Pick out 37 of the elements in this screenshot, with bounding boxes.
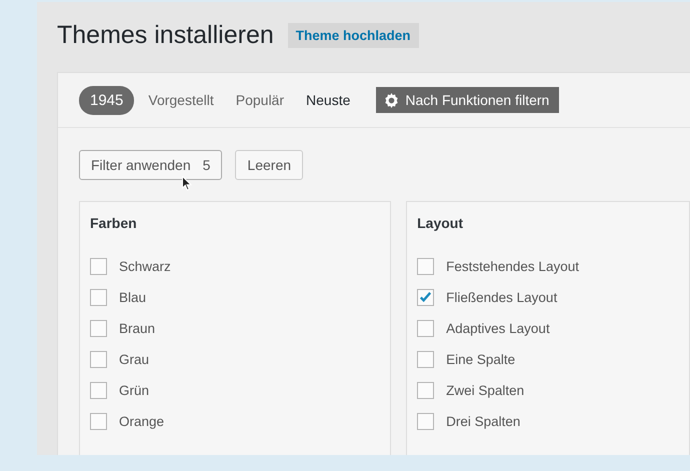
checkbox[interactable] — [417, 351, 434, 368]
checkbox[interactable] — [90, 320, 107, 337]
upload-theme-button[interactable]: Theme hochladen — [288, 22, 419, 48]
checkbox[interactable] — [90, 413, 107, 430]
checkbox[interactable] — [90, 258, 107, 275]
checkbox[interactable] — [417, 320, 434, 337]
theme-count-badge: 1945 — [79, 86, 134, 114]
apply-filter-button[interactable]: Filter anwenden 5 — [79, 150, 222, 180]
group-title: Layout — [417, 215, 464, 231]
mouse-pointer-icon — [182, 176, 192, 191]
option-label: Orange — [119, 414, 164, 429]
checkbox[interactable] — [417, 258, 434, 275]
checkbox[interactable] — [417, 382, 434, 399]
checkbox[interactable] — [90, 351, 107, 368]
group-title: Farben — [90, 215, 138, 231]
option-label: Feststehendes Layout — [446, 259, 579, 274]
option-label: Zwei Spalten — [446, 383, 524, 398]
checkbox[interactable] — [417, 289, 434, 306]
feature-filter-button[interactable]: Nach Funktionen filtern — [376, 87, 560, 113]
option-label: Drei Spalten — [446, 414, 520, 429]
filter-tab[interactable]: Vorgestellt — [148, 92, 214, 108]
filter-tab[interactable]: Populär — [236, 92, 284, 108]
option-label: Blau — [119, 290, 146, 305]
gear-icon — [384, 92, 400, 108]
checkbox[interactable] — [417, 413, 434, 430]
option-label: Grün — [119, 383, 150, 398]
option-label: Schwarz — [119, 259, 171, 274]
option-label: Eine Spalte — [446, 352, 516, 367]
page-title: Themes installieren — [57, 20, 274, 50]
checkbox[interactable] — [90, 289, 107, 306]
filter-tab[interactable]: Neuste — [306, 92, 350, 108]
option-label: Fließendes Layout — [446, 290, 558, 305]
option-label: Adaptives Layout — [446, 321, 550, 336]
clear-button[interactable]: Leeren — [235, 150, 304, 180]
checkbox[interactable] — [90, 382, 107, 399]
option-label: Grau — [119, 352, 150, 367]
option-label: Braun — [119, 321, 156, 336]
